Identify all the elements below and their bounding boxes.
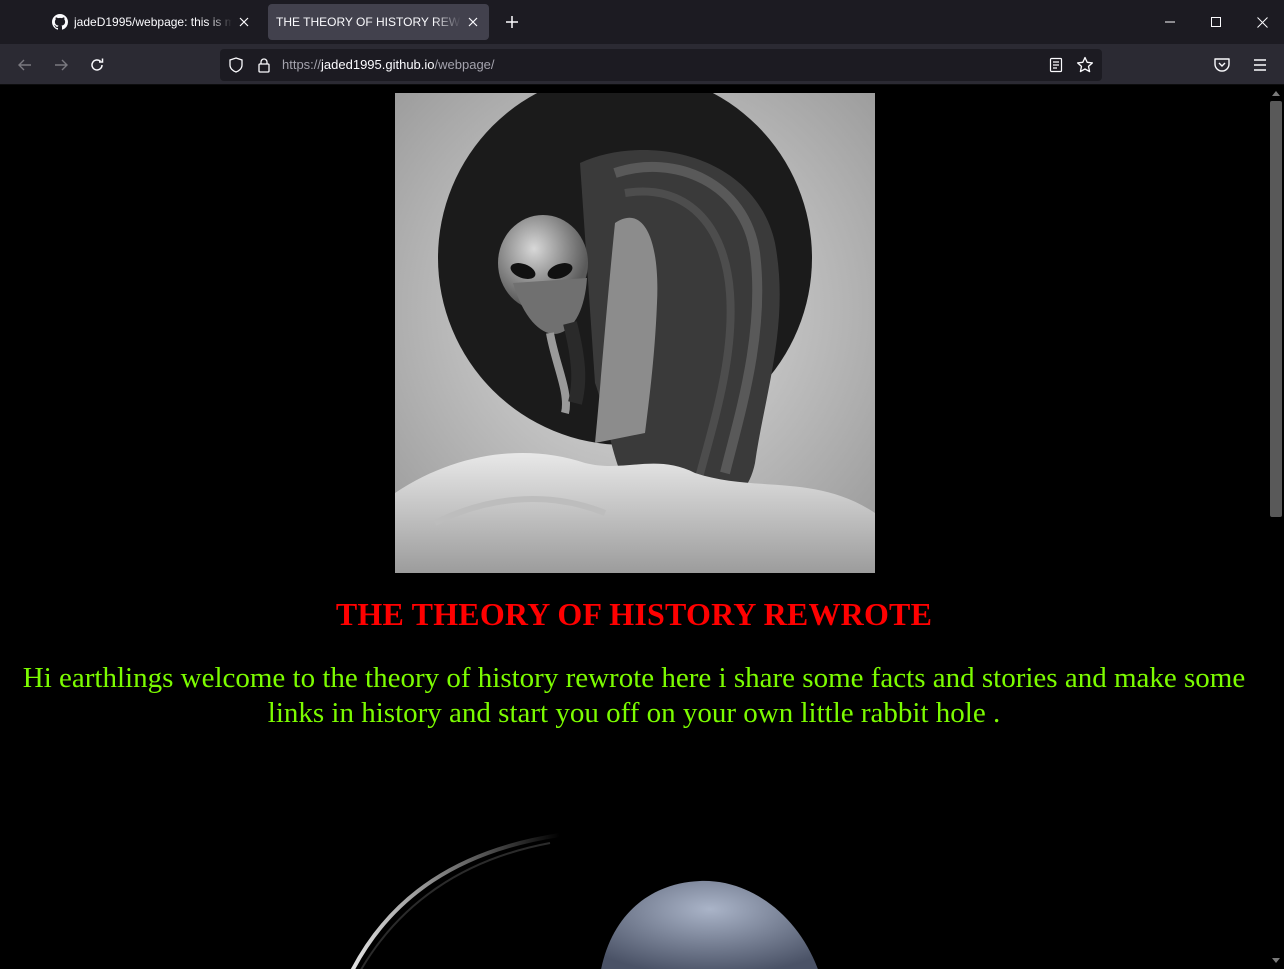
url-text[interactable]: https://jaded1995.github.io/webpage/ — [282, 57, 495, 72]
close-window-button[interactable] — [1239, 0, 1284, 44]
alien-moon-image — [330, 825, 930, 969]
plus-icon — [506, 16, 518, 28]
url-host: jaded1995.github.io — [321, 57, 435, 72]
minimize-button[interactable] — [1147, 0, 1193, 44]
pocket-icon[interactable] — [1212, 55, 1232, 75]
close-tab-icon[interactable] — [465, 14, 481, 30]
arrow-right-icon — [55, 59, 68, 71]
scrollbar-thumb[interactable] — [1270, 101, 1282, 517]
tab-label: THE THEORY OF HISTORY REWROTE — [276, 15, 461, 29]
tracking-protection-shield-icon[interactable] — [228, 57, 244, 73]
forward-button[interactable] — [47, 52, 75, 78]
close-tab-icon[interactable] — [236, 14, 252, 30]
hamburger-menu-icon[interactable] — [1250, 55, 1270, 75]
maximize-icon — [1211, 17, 1221, 27]
navigation-toolbar: https://jaded1995.github.io/webpage/ — [0, 44, 1284, 85]
reload-icon — [91, 58, 104, 71]
url-path: /webpage/ — [434, 57, 495, 72]
page-title: THE THEORY OF HISTORY REWROTE — [335, 596, 933, 632]
page-viewport: THE THEORY OF HISTORY REWROTE Hi earthli… — [0, 85, 1268, 969]
minimize-icon — [1165, 21, 1175, 23]
close-icon — [1256, 16, 1268, 28]
tab-github[interactable]: jadeD1995/webpage: this is my — [44, 4, 260, 40]
reload-button[interactable] — [83, 52, 111, 78]
arrow-left-icon — [18, 59, 31, 71]
bookmark-star-icon[interactable] — [1076, 56, 1094, 74]
lock-icon[interactable] — [256, 57, 272, 73]
github-icon — [52, 14, 68, 30]
tab-strip: jadeD1995/webpage: this is my THE THEORY… — [0, 0, 1284, 44]
new-tab-button[interactable] — [500, 10, 524, 34]
tab-label: jadeD1995/webpage: this is my — [74, 15, 232, 29]
maximize-button[interactable] — [1193, 0, 1239, 44]
scroll-up-arrow-icon[interactable] — [1268, 85, 1284, 101]
intro-paragraph: Hi earthlings welcome to the theory of h… — [22, 662, 1246, 729]
vertical-scrollbar[interactable] — [1268, 85, 1284, 969]
back-button[interactable] — [11, 52, 39, 78]
reader-view-icon[interactable] — [1048, 57, 1064, 73]
scroll-down-arrow-icon[interactable] — [1268, 953, 1284, 969]
tab-theory-of-history[interactable]: THE THEORY OF HISTORY REWROTE — [268, 4, 489, 40]
url-scheme: https:// — [282, 57, 322, 72]
alien-portrait-image — [395, 93, 875, 573]
address-bar[interactable]: https://jaded1995.github.io/webpage/ — [220, 49, 1102, 81]
